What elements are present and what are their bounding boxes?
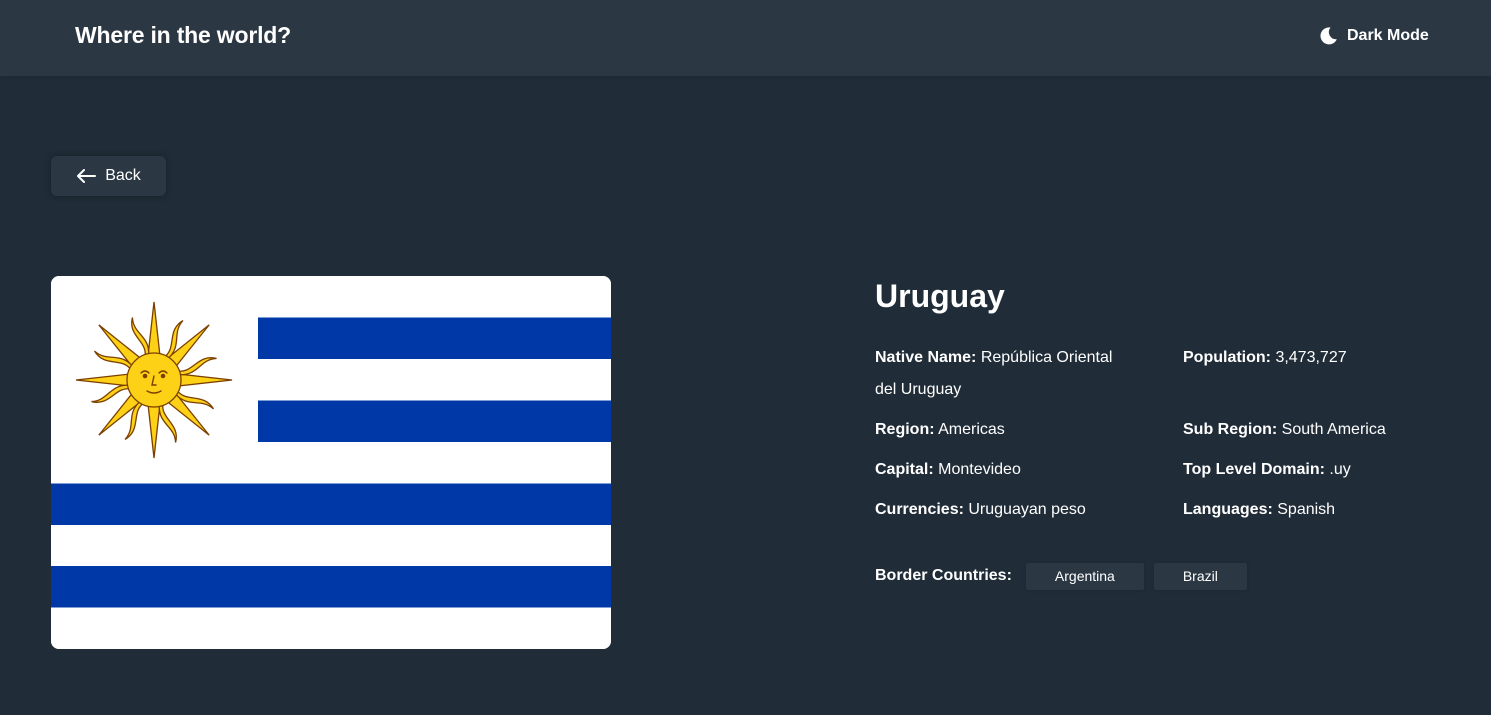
population-value: 3,473,727 bbox=[1275, 349, 1347, 366]
sub-region-value: South America bbox=[1281, 421, 1386, 438]
capital-detail: Capital: Montevideo bbox=[875, 454, 1125, 486]
region-detail: Region: Americas bbox=[875, 414, 1125, 446]
sub-region-label: Sub Region: bbox=[1183, 421, 1278, 438]
top-level-domain-value: .uy bbox=[1329, 461, 1351, 478]
region-value: Americas bbox=[938, 421, 1005, 438]
languages-detail: Languages: Spanish bbox=[1183, 494, 1463, 526]
theme-toggle-button[interactable]: Dark Mode bbox=[1318, 24, 1429, 48]
arrow-left-icon bbox=[77, 169, 97, 183]
native-name-label: Native Name: bbox=[875, 349, 977, 366]
country-name: Uruguay bbox=[875, 278, 1005, 314]
app-title: Where in the world? bbox=[75, 22, 291, 48]
border-country-chip[interactable]: Brazil bbox=[1153, 562, 1247, 590]
currencies-detail: Currencies: Uruguayan peso bbox=[875, 494, 1125, 526]
border-countries: Border Countries: Argentina Brazil bbox=[875, 562, 1257, 590]
sub-region-detail: Sub Region: South America bbox=[1183, 414, 1463, 446]
uruguay-flag-image bbox=[51, 276, 611, 649]
currencies-label: Currencies: bbox=[875, 501, 964, 518]
region-label: Region: bbox=[875, 421, 935, 438]
capital-value: Montevideo bbox=[938, 461, 1021, 478]
back-button[interactable]: Back bbox=[51, 156, 166, 196]
population-detail: Population: 3,473,727 bbox=[1183, 342, 1463, 374]
native-name-detail: Native Name: República Oriental del Urug… bbox=[875, 342, 1125, 406]
top-level-domain-label: Top Level Domain: bbox=[1183, 461, 1325, 478]
currencies-value: Uruguayan peso bbox=[968, 501, 1086, 518]
languages-label: Languages: bbox=[1183, 501, 1273, 518]
top-level-domain-detail: Top Level Domain: .uy bbox=[1183, 454, 1463, 486]
sun-of-may-icon bbox=[75, 301, 233, 459]
country-flag bbox=[51, 276, 611, 649]
theme-toggle-label: Dark Mode bbox=[1347, 27, 1429, 44]
moon-icon bbox=[1320, 27, 1337, 45]
back-button-label: Back bbox=[105, 167, 141, 184]
app-header: Where in the world? Dark Mode bbox=[0, 0, 1491, 76]
border-countries-label: Border Countries: bbox=[875, 567, 1012, 584]
languages-value: Spanish bbox=[1277, 501, 1336, 518]
border-country-chip[interactable]: Argentina bbox=[1025, 562, 1144, 590]
population-label: Population: bbox=[1183, 349, 1271, 366]
capital-label: Capital: bbox=[875, 461, 934, 478]
